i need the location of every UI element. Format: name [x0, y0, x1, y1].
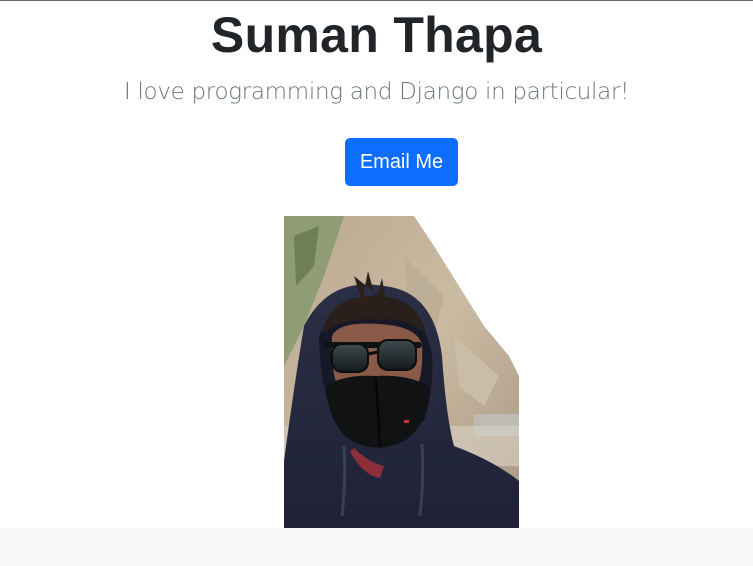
profile-photo	[284, 216, 519, 528]
email-me-button[interactable]: Email Me	[345, 138, 458, 186]
profile-photo-image	[284, 216, 519, 528]
hero-tagline: I love programming and Django in particu…	[123, 79, 630, 105]
page-title: Suman Thapa	[210, 7, 543, 63]
footer-bar	[0, 528, 753, 566]
page: Suman Thapa I love programming and Djang…	[0, 0, 753, 566]
top-border	[0, 0, 753, 1]
